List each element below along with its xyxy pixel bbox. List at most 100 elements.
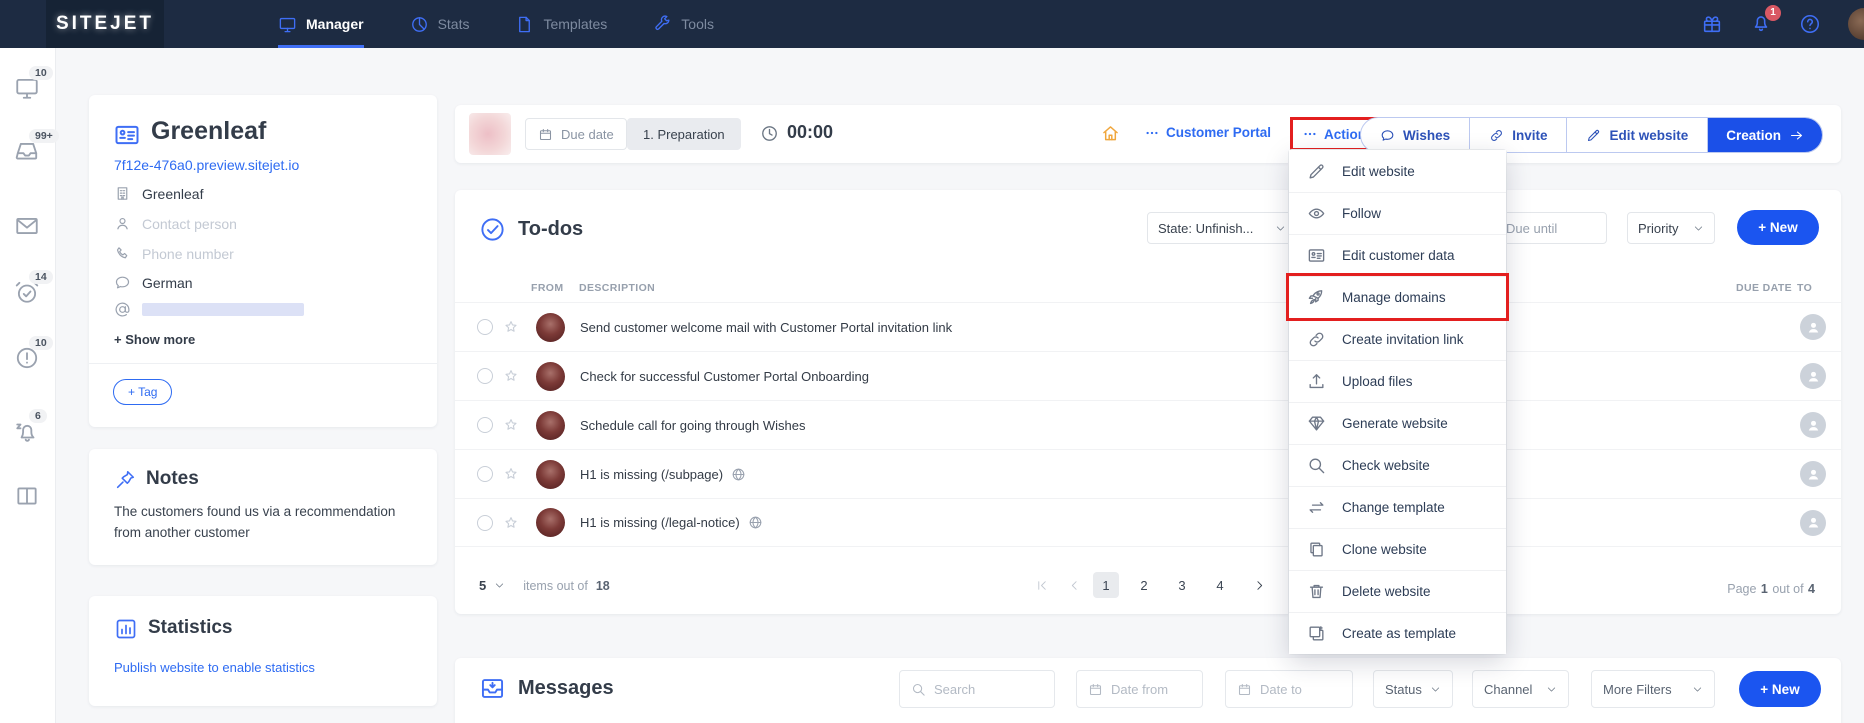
preview-url-link[interactable]: 7f12e-476a0.preview.sitejet.io (114, 157, 299, 173)
star-icon[interactable] (503, 319, 519, 335)
assignee-button[interactable] (1800, 363, 1826, 389)
user-avatar[interactable] (1848, 8, 1864, 40)
page-button-1[interactable]: 1 (1093, 572, 1119, 598)
nav-tab-tools[interactable]: Tools (653, 0, 714, 48)
notifications-button[interactable]: 1 (1750, 11, 1772, 38)
home-icon[interactable] (1100, 123, 1121, 144)
customer-card: Greenleaf 7f12e-476a0.preview.sitejet.io… (89, 95, 437, 427)
email-row (114, 301, 304, 318)
todo-complete-checkbox[interactable] (477, 515, 493, 531)
new-todo-button[interactable]: + New (1737, 210, 1819, 245)
menu-item-edit-customer-data[interactable]: Edit customer data (1289, 234, 1506, 276)
wishes-button[interactable]: Wishes (1361, 118, 1470, 152)
more-filters-dropdown[interactable]: More Filters (1591, 670, 1715, 708)
rail-mail-button[interactable] (14, 213, 40, 239)
menu-item-delete-website[interactable]: Delete website (1289, 570, 1506, 612)
assignee-button[interactable] (1800, 510, 1826, 536)
per-page-value[interactable]: 5 (479, 578, 486, 593)
assignee-button[interactable] (1800, 461, 1826, 487)
time-tracker-value[interactable]: 00:00 (787, 122, 833, 143)
nav-tab-stats[interactable]: Stats (410, 0, 470, 48)
page-button-4[interactable]: 4 (1207, 572, 1233, 598)
message-search-input[interactable]: Search (899, 670, 1055, 708)
todo-description[interactable]: Send customer welcome mail with Customer… (580, 320, 952, 335)
notes-card: Notes The customers found us via a recom… (89, 449, 437, 565)
customer-portal-button[interactable]: Customer Portal (1145, 125, 1271, 140)
todo-complete-checkbox[interactable] (477, 417, 493, 433)
website-thumbnail[interactable] (469, 113, 511, 155)
invite-button[interactable]: Invite (1470, 118, 1567, 152)
tools-icon (653, 15, 672, 34)
rail-websites-button[interactable]: 10 (14, 75, 40, 101)
star-icon[interactable] (503, 466, 519, 482)
page-button-3[interactable]: 3 (1169, 572, 1195, 598)
phase-button[interactable]: 1. Preparation (627, 118, 741, 150)
phone-row: Phone number (114, 245, 234, 262)
assignee-button[interactable] (1800, 314, 1826, 340)
menu-item-label: Edit website (1342, 164, 1415, 179)
link-icon (1307, 330, 1326, 349)
statistics-title: Statistics (148, 617, 232, 639)
first-page-button[interactable] (1035, 579, 1048, 592)
rail-overdue-button[interactable]: 10 (14, 345, 40, 371)
state-filter-dropdown[interactable]: State: Unfinish... (1147, 212, 1297, 244)
person-solid-icon (1806, 418, 1821, 433)
menu-item-follow[interactable]: Follow (1289, 192, 1506, 234)
person-solid-icon (1806, 369, 1821, 384)
assignee-button[interactable] (1800, 412, 1826, 438)
menu-item-edit-website[interactable]: Edit website (1289, 150, 1506, 192)
star-icon[interactable] (503, 515, 519, 531)
menu-item-create-as-template[interactable]: Create as template (1289, 612, 1506, 654)
todo-description[interactable]: H1 is missing (/subpage) (580, 467, 723, 482)
rail-reminders-button[interactable]: 6 (14, 418, 40, 444)
priority-filter-dropdown[interactable]: Priority (1627, 212, 1715, 244)
star-icon[interactable] (503, 417, 519, 433)
todo-complete-checkbox[interactable] (477, 319, 493, 335)
help-icon[interactable] (1799, 13, 1821, 35)
star-icon[interactable] (503, 368, 519, 384)
add-tag-button[interactable]: + Tag (113, 379, 172, 405)
chevron-down-icon[interactable] (494, 580, 505, 591)
next-page-button[interactable] (1253, 579, 1266, 592)
menu-item-upload-files[interactable]: Upload files (1289, 360, 1506, 402)
invite-label: Invite (1512, 128, 1547, 143)
menu-item-change-template[interactable]: Change template (1289, 486, 1506, 528)
rail-board-button[interactable] (14, 483, 40, 509)
page-button-2[interactable]: 2 (1131, 572, 1157, 598)
nav-label: Templates (543, 16, 607, 32)
gift-icon[interactable] (1701, 13, 1723, 35)
menu-item-clone-website[interactable]: Clone website (1289, 528, 1506, 570)
todo-author-avatar (536, 362, 565, 391)
creation-button[interactable]: Creation (1708, 118, 1822, 152)
show-more-link[interactable]: + Show more (114, 332, 195, 347)
todo-description[interactable]: Check for successful Customer Portal Onb… (580, 369, 869, 384)
menu-item-check-website[interactable]: Check website (1289, 444, 1506, 486)
due-date-button[interactable]: Due date (525, 118, 627, 150)
enable-statistics-link[interactable]: Publish website to enable statistics (114, 660, 315, 675)
due-until-filter[interactable]: Due until (1495, 212, 1607, 244)
date-from-input[interactable]: Date from (1076, 670, 1203, 708)
globe-icon (731, 467, 746, 482)
menu-item-generate-website[interactable]: Generate website (1289, 402, 1506, 444)
date-to-input[interactable]: Date to (1225, 670, 1353, 708)
nav-tab-templates[interactable]: Templates (515, 0, 607, 48)
edit-website-button[interactable]: Edit website (1567, 118, 1708, 152)
rail-todos-button[interactable]: 14 (14, 279, 40, 305)
todo-complete-checkbox[interactable] (477, 368, 493, 384)
person-solid-icon (1806, 515, 1821, 530)
todo-description[interactable]: H1 is missing (/legal-notice) (580, 515, 740, 530)
rail-inbox-button[interactable]: 99+ (14, 138, 40, 164)
menu-item-label: Check website (1342, 458, 1430, 473)
todo-description[interactable]: Schedule call for going through Wishes (580, 418, 805, 433)
new-message-button[interactable]: + New (1739, 671, 1821, 707)
nav-tab-manager[interactable]: Manager (278, 0, 364, 48)
prev-page-button[interactable] (1068, 579, 1081, 592)
menu-item-label: Upload files (1342, 374, 1413, 389)
sitejet-logo[interactable]: SITEJET (46, 0, 164, 48)
todo-complete-checkbox[interactable] (477, 466, 493, 482)
channel-filter-dropdown[interactable]: Channel (1472, 670, 1569, 708)
menu-item-create-invitation-link[interactable]: Create invitation link (1289, 318, 1506, 360)
menu-item-manage-domains[interactable]: Manage domains (1289, 276, 1506, 318)
status-filter-dropdown[interactable]: Status (1373, 670, 1453, 708)
building-icon (114, 185, 131, 202)
